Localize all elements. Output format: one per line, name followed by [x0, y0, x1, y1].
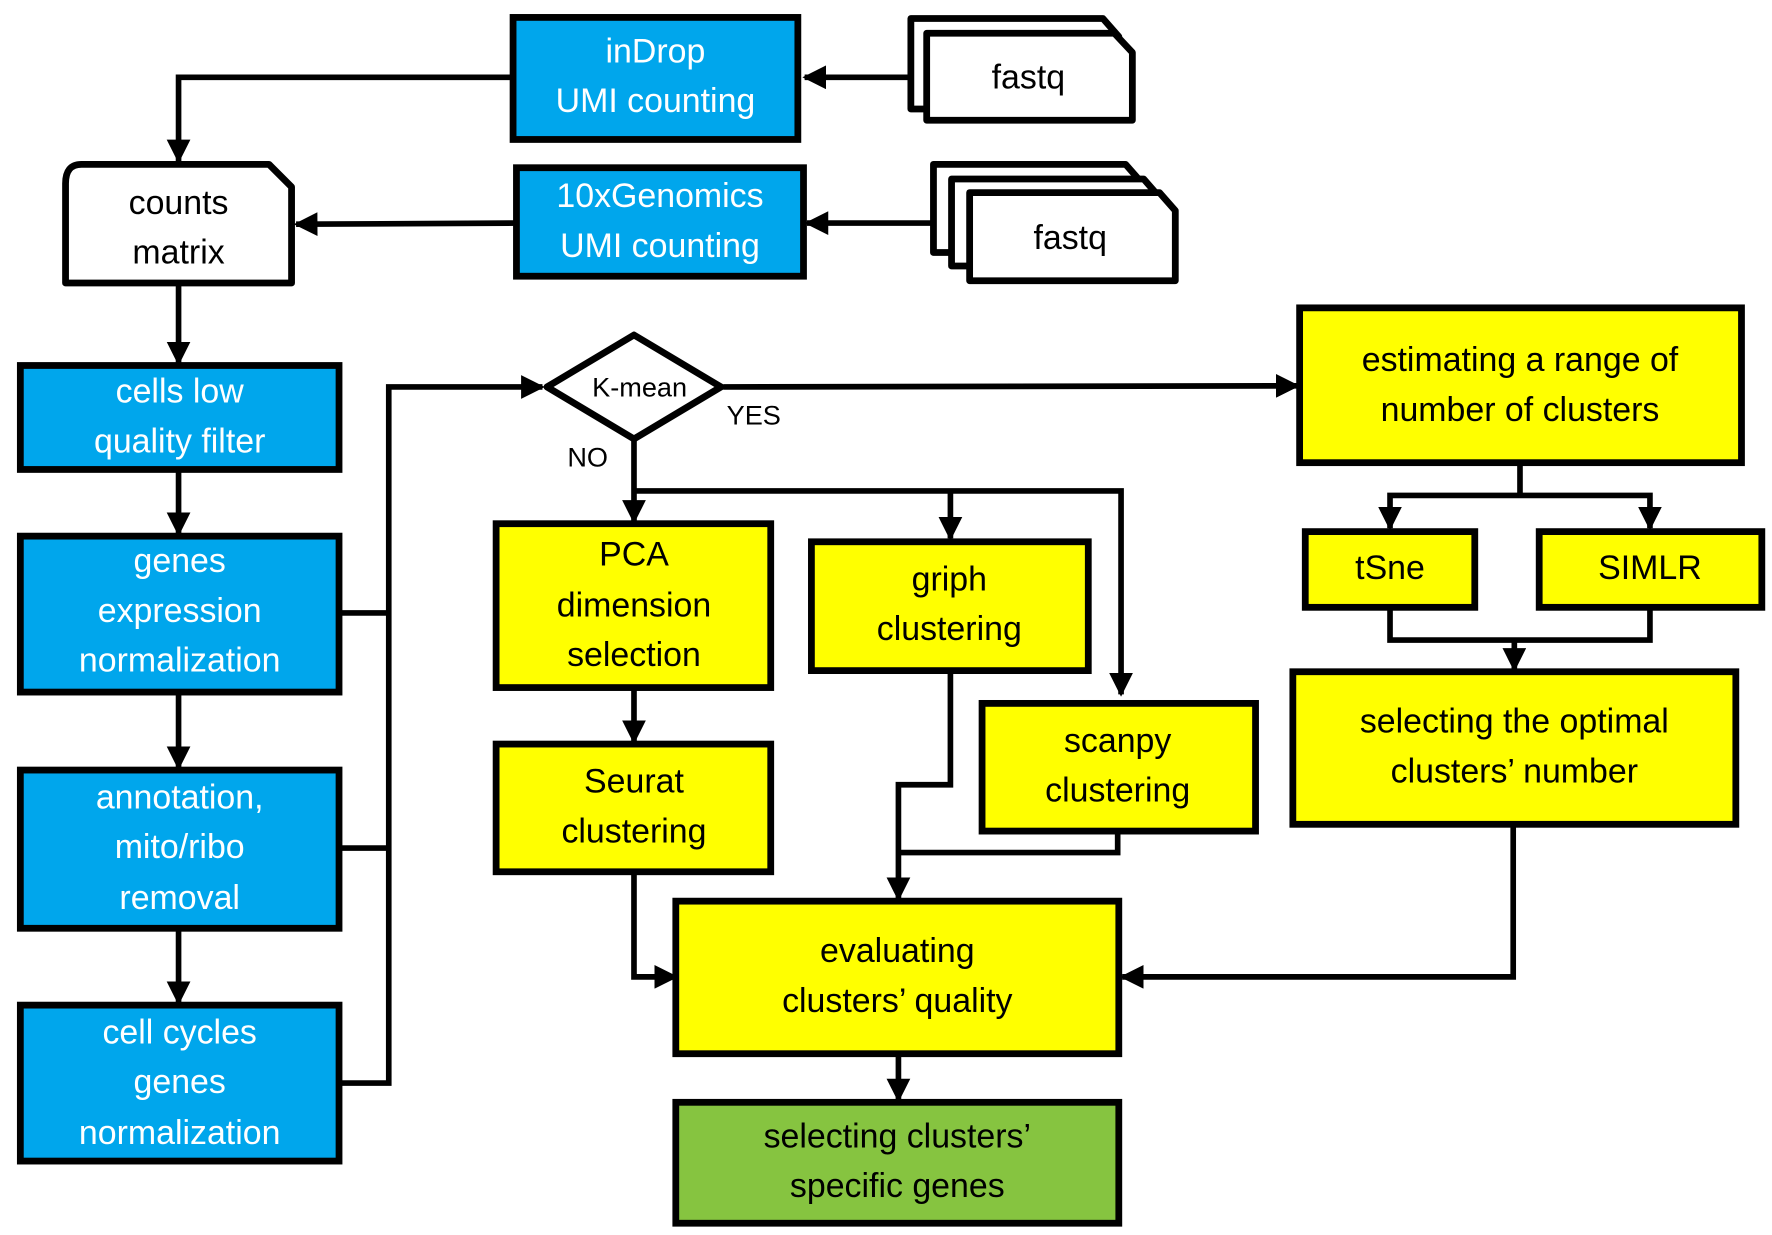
node-label: tSne — [1355, 549, 1425, 587]
node-label-line: cells low — [116, 373, 245, 411]
node-simlr: SIMLR — [1535, 528, 1766, 611]
decision-kmean: K-mean — [543, 331, 725, 443]
node-label-line: clustering — [877, 610, 1022, 648]
node-label-line: annotation, — [96, 778, 264, 816]
node-label-line: clustering — [1045, 772, 1190, 810]
node-label-line: evaluating — [820, 932, 975, 970]
arrow-indrop-to-counts — [166, 74, 514, 164]
node-label-line: Seurat — [584, 763, 684, 801]
line-tsne-join — [1387, 607, 1653, 643]
node-cell-cycles: cell cycles genes normalization — [16, 1001, 343, 1165]
node-label-line: estimating a range of — [1362, 341, 1679, 379]
node-label: SIMLR — [1598, 549, 1702, 587]
node-label-line: genes — [134, 1063, 226, 1101]
node-label-line: selecting the optimal — [1360, 703, 1669, 741]
node-label-line: number of clusters — [1381, 391, 1660, 429]
node-label-line: counts — [129, 184, 229, 222]
fastq-stack-10x: fastq — [930, 160, 1179, 285]
arrow-10x-to-counts — [293, 212, 517, 236]
node-cells-filter: cells low quality filter — [16, 362, 343, 473]
node-counts-matrix: counts matrix — [62, 160, 295, 287]
arrow-griph-to-evaluating — [886, 670, 954, 902]
node-scanpy: scanpy clustering — [978, 699, 1259, 835]
node-label-line: 10xGenomics — [556, 177, 763, 215]
fastq-stack-indrop: fastq — [907, 15, 1136, 124]
node-label-line: mito/ribo — [115, 828, 245, 866]
node-label-line: selecting clusters’ — [764, 1117, 1031, 1155]
decision-yes-label: YES — [727, 400, 781, 431]
node-indrop-umi: inDrop UMI counting — [509, 14, 802, 143]
arrow-to-simlr — [1519, 492, 1662, 531]
node-label-line: matrix — [132, 234, 224, 272]
node-label-line: dimension — [557, 586, 711, 624]
node-label-line: specific genes — [790, 1167, 1005, 1205]
node-label-line: genes — [134, 542, 226, 580]
node-label-line: griph — [912, 560, 987, 598]
node-label-line: scanpy — [1064, 722, 1171, 760]
node-label-line: removal — [119, 879, 240, 917]
node-genes-normalization: genes expression normalization — [16, 532, 343, 696]
decision-label: K-mean — [592, 371, 687, 402]
node-label-line: normalization — [79, 642, 281, 680]
node-seurat: Seurat clustering — [492, 740, 775, 876]
arrow-to-tsne — [1378, 492, 1520, 531]
node-label-line: selection — [567, 636, 701, 674]
node-annotation: annotation, mito/ribo removal — [16, 766, 343, 932]
node-10x-umi: 10xGenomics UMI counting — [513, 164, 807, 280]
node-evaluating-quality: evaluating clusters’ quality — [672, 897, 1123, 1058]
arrow-optimal-to-evaluating — [1119, 824, 1517, 989]
arrow-seurat-to-evaluating — [631, 871, 679, 989]
node-estimating-range: estimating a range of number of clusters — [1296, 304, 1745, 467]
fastq-label: fastq — [992, 59, 1065, 97]
node-pca: PCA dimension selection — [492, 520, 775, 691]
node-label-line: clustering — [561, 812, 706, 850]
arrow-yes-to-estimating — [723, 374, 1300, 398]
node-label-line: expression — [98, 592, 262, 630]
node-label-line: PCA — [599, 535, 669, 573]
node-label-line: clusters’ number — [1391, 752, 1638, 790]
node-label-line: UMI counting — [560, 227, 760, 265]
node-label-line: clusters’ quality — [782, 982, 1012, 1020]
bus-cellcycles — [339, 375, 545, 1086]
fastq-label: fastq — [1033, 219, 1106, 257]
node-optimal-clusters: selecting the optimal clusters’ number — [1289, 668, 1740, 828]
node-label-line: cell cycles — [102, 1013, 256, 1051]
node-griph: griph clustering — [808, 538, 1092, 675]
node-label-line: quality filter — [94, 422, 265, 460]
decision-no-label: NO — [567, 441, 608, 472]
node-label-line: UMI counting — [556, 82, 756, 120]
flowchart: fastq fastq inDrop UMI counting 10xGenom… — [16, 14, 1766, 1227]
node-tsne: tSne — [1301, 528, 1479, 611]
node-selecting-genes: selecting clusters’ specific genes — [672, 1098, 1123, 1227]
node-label-line: normalization — [79, 1114, 281, 1152]
node-label-line: inDrop — [606, 33, 706, 71]
